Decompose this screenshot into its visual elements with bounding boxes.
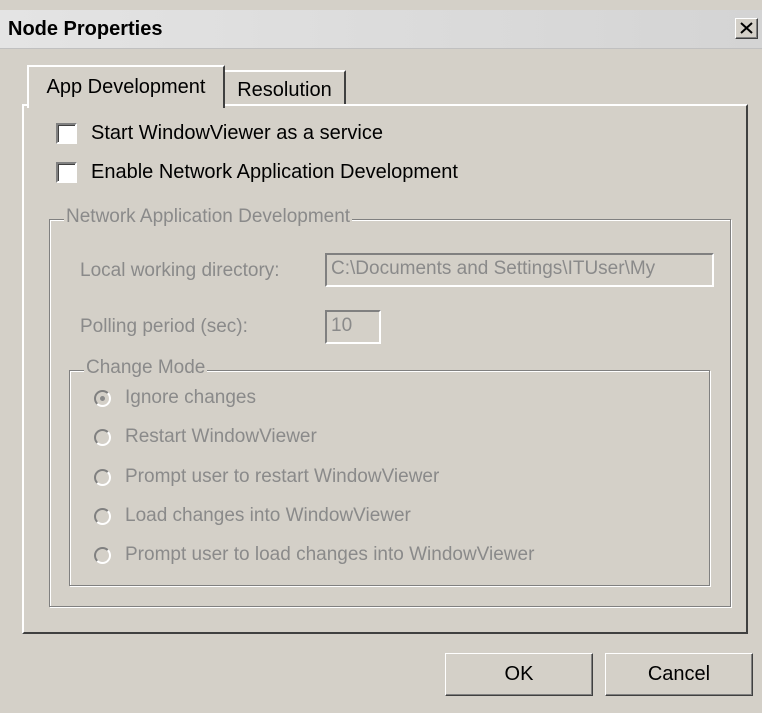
enable-nad-option[interactable]: Enable Network Application Development	[56, 161, 458, 184]
radio-restart-windowviewer[interactable]: Restart WindowViewer	[94, 426, 317, 448]
change-mode-groupbox: Change Mode Ignore changes Restart Windo…	[69, 357, 710, 586]
radio-button[interactable]	[94, 389, 111, 407]
radio-button[interactable]	[94, 507, 111, 525]
title-bar: Node Properties	[0, 10, 762, 49]
radio-prompt-restart[interactable]: Prompt user to restart WindowViewer	[94, 466, 439, 488]
close-button[interactable]	[735, 18, 758, 39]
radio-button[interactable]	[94, 428, 111, 446]
radio-ignore-changes[interactable]: Ignore changes	[94, 387, 256, 409]
polling-period-input[interactable]: 10	[325, 310, 381, 344]
start-service-label: Start WindowViewer as a service	[91, 122, 383, 144]
window-title: Node Properties	[8, 18, 163, 40]
change-mode-legend: Change Mode	[84, 357, 208, 379]
cancel-button[interactable]: Cancel	[605, 653, 753, 696]
radio-label: Prompt user to restart WindowViewer	[125, 466, 440, 487]
radio-prompt-load[interactable]: Prompt user to load changes into WindowV…	[94, 544, 534, 566]
enable-nad-checkbox[interactable]	[56, 162, 77, 183]
radio-label: Restart WindowViewer	[125, 426, 317, 447]
polling-period-label: Polling period (sec):	[80, 316, 248, 337]
ok-button[interactable]: OK	[445, 653, 593, 696]
radio-label: Load changes into WindowViewer	[125, 505, 411, 526]
enable-nad-label: Enable Network Application Development	[91, 161, 458, 183]
radio-label: Prompt user to load changes into WindowV…	[125, 544, 535, 565]
start-service-checkbox[interactable]	[56, 123, 77, 144]
nad-group-legend: Network Application Development	[64, 206, 353, 228]
radio-label: Ignore changes	[125, 387, 256, 408]
tab-panel-app-development: Start WindowViewer as a service Enable N…	[22, 104, 748, 634]
radio-button[interactable]	[94, 468, 111, 486]
tab-app-development[interactable]: App Development	[27, 65, 225, 108]
start-service-option[interactable]: Start WindowViewer as a service	[56, 122, 383, 145]
nad-groupbox: Network Application Development Local wo…	[49, 206, 731, 607]
radio-button[interactable]	[94, 546, 111, 564]
local-dir-input[interactable]: C:\Documents and Settings\ITUser\My	[325, 253, 714, 287]
close-icon	[740, 22, 753, 34]
radio-load-changes[interactable]: Load changes into WindowViewer	[94, 505, 411, 527]
tab-resolution[interactable]: Resolution	[223, 70, 346, 106]
local-dir-label: Local working directory:	[80, 260, 280, 281]
